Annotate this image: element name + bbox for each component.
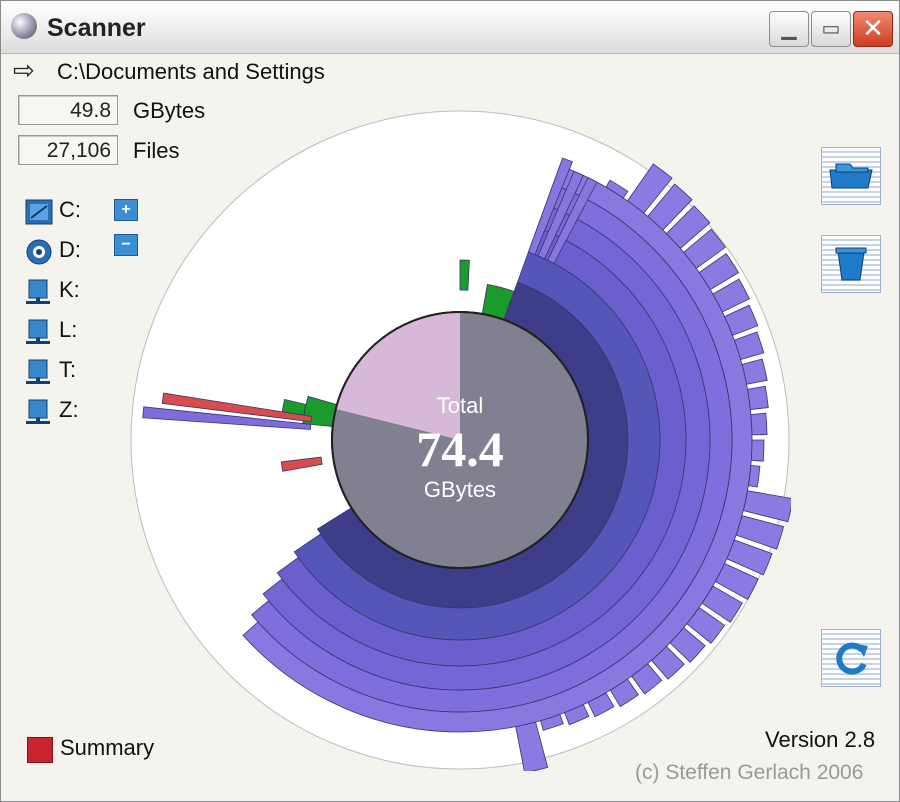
- drive-label: T:: [59, 357, 77, 382]
- drive-label: K:: [59, 277, 80, 302]
- network-drive-icon: [26, 399, 50, 424]
- title-bar[interactable]: Scanner ▁ ▭ ✕: [1, 1, 899, 54]
- maximize-icon: ▭: [821, 18, 841, 40]
- sunburst-chart[interactable]: Total 74.4 GBytes: [129, 109, 791, 771]
- files-value-box: 27,106: [18, 135, 118, 165]
- scanner-window: Scanner ▁ ▭ ✕ ⇨ C:\Documents and Setting…: [0, 0, 900, 802]
- drive-label: L:: [59, 317, 78, 342]
- network-drive-icon: [26, 319, 50, 344]
- outer-segment[interactable]: [750, 412, 768, 436]
- center-total-label: Total: [437, 393, 483, 418]
- center-total-value: 74.4: [416, 421, 504, 477]
- recycle-button[interactable]: [821, 235, 881, 293]
- drive-label: D:: [59, 237, 81, 262]
- network-drive-icon: [26, 359, 50, 384]
- hard-disk-icon: [25, 199, 53, 225]
- outer-segment[interactable]: [747, 385, 769, 410]
- maximize-button[interactable]: ▭: [811, 11, 851, 47]
- version-label: Version 2.8: [765, 727, 876, 752]
- center-total-unit: GBytes: [424, 477, 496, 502]
- refresh-button[interactable]: [821, 629, 881, 687]
- outer-segment[interactable]: [750, 439, 765, 462]
- minimize-icon: ▁: [781, 18, 797, 40]
- close-icon: ✕: [862, 13, 884, 43]
- summary-label: Summary: [60, 735, 155, 760]
- go-up-arrow-icon[interactable]: ⇨: [13, 55, 35, 86]
- green-segment[interactable]: [459, 259, 470, 291]
- minimize-button[interactable]: ▁: [769, 11, 809, 47]
- network-drive-icon: [26, 279, 50, 304]
- summary-icon: [27, 737, 53, 763]
- size-value-box: 49.8: [18, 95, 118, 125]
- app-icon: [11, 13, 37, 39]
- folder-open-icon: [829, 163, 873, 189]
- center-disc[interactable]: Total 74.4 GBytes: [331, 311, 589, 569]
- explore-button[interactable]: [821, 147, 881, 205]
- recycle-bin-icon: [835, 247, 867, 281]
- refresh-icon: [836, 642, 868, 675]
- drive-label: Z:: [59, 397, 79, 422]
- current-path: C:\Documents and Settings: [57, 59, 325, 84]
- window-title: Scanner: [47, 14, 146, 42]
- cd-drive-icon: [26, 239, 52, 265]
- drive-label: C:: [59, 197, 81, 222]
- close-button[interactable]: ✕: [853, 11, 893, 47]
- copyright-label: (c) Steffen Gerlach 2006: [635, 761, 864, 784]
